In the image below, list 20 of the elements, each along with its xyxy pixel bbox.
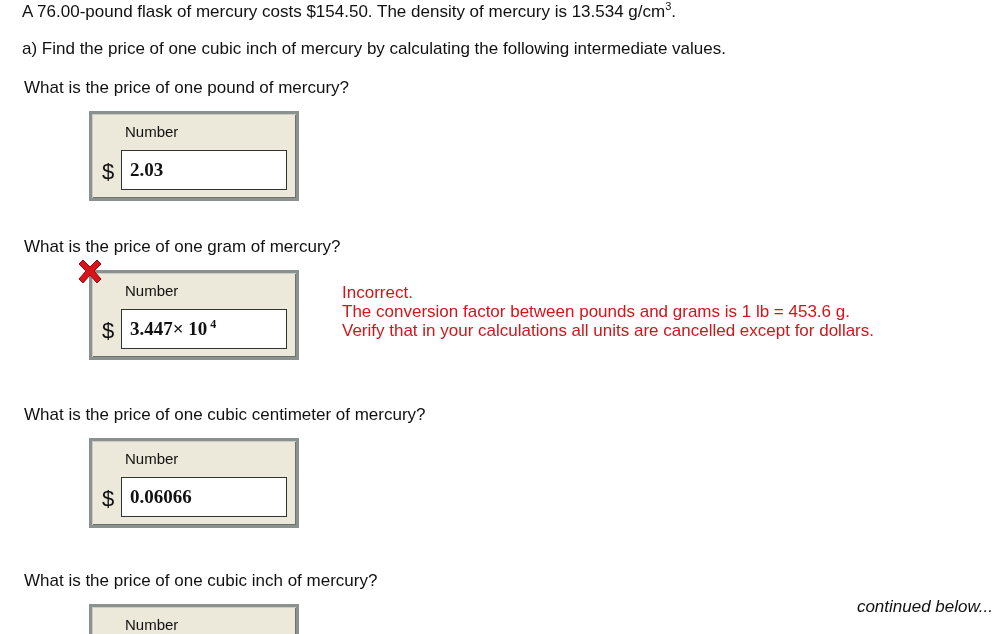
problem-statement: A 76.00-pound flask of mercury costs $154.50. The density of mercury is 13.534 g/cm$^{3}$. <box>22 2 678 22</box>
field-label: Number <box>125 450 179 467</box>
question-text: What is the price of one gram of mercury? <box>24 237 342 257</box>
feedback-text: The conversion factor between pounds and grams is 1 lb = 453.6 g. <box>342 302 851 321</box>
currency-sign: $ <box>102 318 115 344</box>
answer-field[interactable]: 0.06066 <box>121 477 287 517</box>
continued-note: continued below... <box>856 597 993 617</box>
field-label: Number <box>125 123 179 140</box>
currency-sign: $ <box>102 486 115 512</box>
field-label: Number <box>125 282 179 299</box>
question-text: What is the price of one cubic centimeter of mercury? <box>24 405 427 425</box>
question-text: What is the price of one cubic inch of mercury? <box>24 571 379 591</box>
feedback-text: Verify that in your calculations all units are cancelled except for dollars. <box>342 321 874 340</box>
feedback-text: Incorrect. <box>342 283 414 302</box>
answer-field[interactable]: 3.447× 10$^{4}$ <box>121 309 287 349</box>
field-label: Number <box>125 616 179 633</box>
answer-field[interactable]: 2.03 <box>121 150 287 190</box>
currency-sign: $ <box>102 159 115 185</box>
part-instruction: a) Find the price of one cubic inch of mercury by calculating the following intermediate values. <box>22 39 727 59</box>
question-text: What is the price of one pound of mercury? <box>24 78 351 98</box>
